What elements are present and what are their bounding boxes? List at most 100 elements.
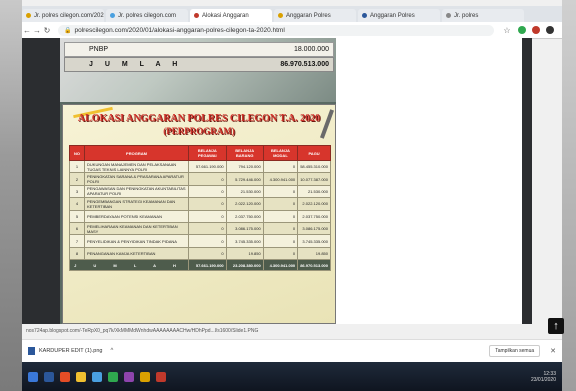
browser-tab[interactable]: Anggaran Polres (358, 9, 440, 22)
forward-icon[interactable]: → (32, 26, 42, 35)
table-row: 1 DUKUNGAN MANAJEMEN DAN PELAKSANAAN TUGA… (69, 159, 331, 174)
show-all-button[interactable]: Tampilkan semua (489, 345, 541, 357)
taskbar-app-icon[interactable] (76, 371, 86, 382)
tab-label: Anggaran Polres (286, 12, 331, 19)
tab-label: Anggaran Polres (370, 12, 415, 19)
back-icon[interactable]: ← (22, 26, 32, 35)
browser-tab[interactable]: Jr. polres cilegon.com/2020 (22, 9, 104, 22)
clock[interactable]: 12:33 23/01/2020 (531, 371, 556, 383)
table-cell: DUKUNGAN MANAJEMEN DAN PELAKSANAAN TUGAS… (84, 159, 189, 174)
table-row: 3 PENGAWASAN DAN PENINGKATAN AKUNTABILITA… (69, 184, 331, 199)
row-value: 86.970.513.000 (280, 61, 329, 68)
table-cell: 0 (262, 246, 299, 261)
table-row: 2 PENINGKATAN SARANA & PRASARANA APARATUR… (69, 172, 331, 186)
favicon-icon (194, 13, 199, 18)
table-cell: 5.729.446.000 (225, 172, 264, 186)
table-cell: 0 (187, 246, 227, 261)
table-cell: 0 (187, 172, 227, 186)
photo-frame-right (562, 0, 576, 391)
browser-tab[interactable]: Jr. polres (442, 9, 524, 22)
file-icon (28, 347, 35, 355)
image-viewer-background (22, 38, 62, 324)
table-cell: 2 (69, 172, 85, 186)
profile-avatar[interactable] (546, 26, 554, 34)
table-cell: 58.455.310.000 (297, 159, 331, 174)
tab-label: Jr. polres cilegon.com/2020 (34, 12, 104, 19)
table-cell: 8 (69, 246, 85, 261)
lock-icon: 🔒 (64, 27, 72, 34)
favicon-icon (278, 13, 283, 18)
table-cell: PENGEMBANGAN STRATEGI KEAMANAN DAN KETER… (84, 197, 189, 211)
table-cell: 4.300.941.000 (262, 259, 299, 272)
start-menu-icon[interactable] (28, 371, 38, 382)
status-url: nos724ap.blogspot.com/-TeRpX0_pq7k/XkMMM… (22, 326, 386, 336)
table-cell: 86.970.513.000 (297, 259, 331, 272)
taskbar-app-icon[interactable] (108, 371, 118, 382)
screenshot: Jr. polres cilegon.com/2020 Jr. polres ci… (0, 0, 576, 391)
taskbar-app-icon[interactable] (156, 371, 166, 382)
url-text: polrescilegon.com/2020/01/alokasi-anggar… (74, 26, 285, 34)
page-content: PNBP 18.000.000 J U M L A H 86.970.513.0… (22, 38, 532, 324)
table-cell: 21.530.000 (225, 184, 264, 199)
taskbar-app-icon[interactable] (140, 371, 150, 382)
table-cell: 0 (187, 184, 227, 199)
table-header: BELANJA MODAL (262, 145, 299, 161)
download-file-name[interactable]: KARDUPER EDIT (1).png (39, 348, 102, 354)
table-header: PROGRAM (84, 145, 189, 161)
extension-icon[interactable] (532, 26, 540, 34)
table-cell: J U M L A H (69, 259, 189, 272)
close-icon[interactable]: ✕ (550, 347, 556, 355)
taskbar-app-icon[interactable] (60, 371, 70, 382)
table-cell: 2.037.750.000 (297, 209, 331, 223)
extension-icon[interactable] (518, 26, 526, 34)
table-cell: PENANGANAN KAMJA KETERTIBAN (84, 246, 189, 261)
table-cell: 1 (69, 159, 85, 174)
table-header: BELANJA BARANG (225, 145, 264, 161)
reload-icon[interactable]: ↻ (42, 26, 52, 35)
table-cell: 3.745.335.000 (297, 234, 331, 248)
poster-title: ALOKASI ANGGARAN POLRES CILEGON T.A. 202… (77, 113, 321, 124)
table-cell: 0 (262, 184, 299, 199)
table-cell: 2.022.120.000 (297, 197, 331, 211)
browser-tab[interactable]: Anggaran Polres (274, 9, 356, 22)
table-cell: 7 (69, 234, 85, 248)
table-cell: PEMELIHARAAN KEAMANAN DAN KETERTIBAN MAS… (84, 221, 189, 236)
browser-tab[interactable]: Jr. polres cilegon.com (106, 9, 188, 22)
table-cell: 0 (262, 221, 299, 236)
taskbar-app-icon[interactable] (44, 371, 54, 382)
scroll-top-button[interactable]: ↑ (548, 318, 564, 334)
table-cell: 4.300.941.000 (262, 172, 299, 186)
download-options-icon[interactable]: ^ (110, 348, 113, 354)
table-header: BELANJA PEGAWAI (187, 145, 227, 161)
favicon-icon (110, 13, 115, 18)
table-cell: 3.745.335.000 (225, 234, 264, 248)
table-cell: 0 (187, 221, 227, 236)
browser-tab[interactable]: Alokasi Anggaran (190, 9, 272, 22)
table-cell: 2.037.750.000 (225, 209, 264, 223)
table-cell: 3.086.175.000 (225, 221, 264, 236)
table-cell: 4 (69, 197, 85, 211)
row-value: 18.000.000 (293, 46, 329, 53)
taskbar-app-icon[interactable] (124, 371, 134, 382)
table-cell: 6 (69, 221, 85, 236)
table-cell: PEMBERDAYAAN POTENSI KEAMANAN (84, 209, 189, 223)
bookmark-star-icon[interactable]: ☆ (502, 26, 512, 35)
taskbar-app-icon[interactable] (92, 371, 102, 382)
url-field[interactable]: 🔒 polrescilegon.com/2020/01/alokasi-angg… (58, 24, 494, 36)
budget-document-image: PNBP 18.000.000 J U M L A H 86.970.513.0… (60, 38, 336, 324)
table-cell: 19.850 (297, 246, 331, 261)
budget-table: NO PROGRAM BELANJA PEGAWAI BELANJA BARANG BE… (69, 145, 331, 272)
table-cell: 0 (262, 197, 299, 211)
pnbp-row: PNBP 18.000.000 (64, 42, 334, 57)
table-cell: 3.086.175.000 (297, 221, 331, 236)
table-cell: 23.208.380.000 (225, 259, 264, 272)
tab-label: Jr. polres cilegon.com (118, 12, 177, 19)
table-total-row: J U M L A H 57.661.190.000 23.208.380.000 4… (69, 259, 331, 272)
table-cell: 57.661.190.000 (187, 159, 227, 174)
table-cell: PENINGKATAN SARANA & PRASARANA APARATUR … (84, 172, 189, 186)
table-cell: 5 (69, 209, 85, 223)
table-header: NO (69, 145, 85, 161)
table-row: 6 PEMELIHARAAN KEAMANAN DAN KETERTIBAN MA… (69, 221, 331, 236)
table-cell: 19.850 (225, 246, 264, 261)
favicon-icon (362, 13, 367, 18)
